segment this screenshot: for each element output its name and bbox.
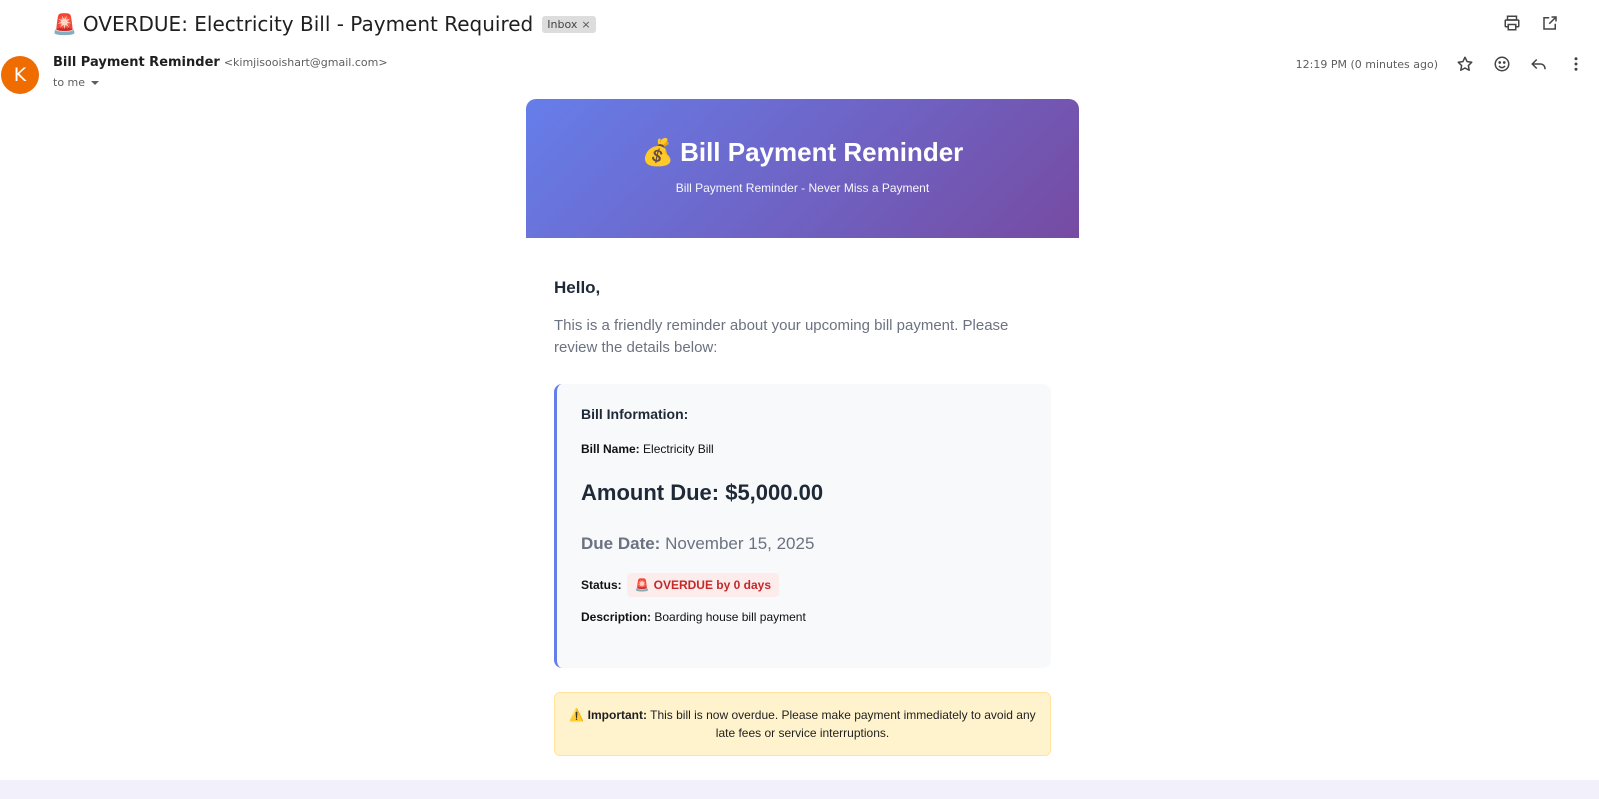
- reply-icon[interactable]: [1528, 53, 1550, 75]
- open-in-new-window-icon[interactable]: [1539, 12, 1561, 34]
- emoji-reaction-icon[interactable]: [1491, 53, 1513, 75]
- hero-title-text: Bill Payment Reminder: [680, 137, 964, 167]
- warning-icon: ⚠️: [569, 708, 585, 722]
- chevron-down-icon: [91, 80, 100, 85]
- print-icon[interactable]: [1501, 12, 1523, 34]
- star-icon[interactable]: [1454, 53, 1476, 75]
- description-value: Boarding house bill payment: [654, 610, 806, 624]
- due-date-label: Due Date:: [581, 534, 661, 553]
- warning-text: This bill is now overdue. Please make pa…: [650, 708, 1036, 740]
- warning-label: Important:: [587, 708, 647, 722]
- email-hero-banner: 💰 Bill Payment Reminder Bill Payment Rem…: [526, 99, 1079, 238]
- money-bag-icon: 💰: [641, 137, 675, 167]
- message-meta: 12:19 PM (0 minutes ago): [1296, 53, 1599, 75]
- timestamp: 12:19 PM (0 minutes ago): [1295, 57, 1438, 71]
- to-me-label: to me: [53, 76, 86, 89]
- amount-due: Amount Due: $5,000.00: [581, 480, 824, 505]
- top-actions: [1501, 12, 1561, 34]
- siren-icon: 🚨: [634, 578, 650, 592]
- email-subject: 🚨 OVERDUE: Electricity Bill - Payment Re…: [52, 12, 533, 36]
- status-row: Status: 🚨 OVERDUE by 0 days: [581, 573, 1027, 597]
- sender-line: Bill Payment Reminder <kimjisooishart@gm…: [53, 55, 388, 70]
- recipients-toggle[interactable]: to me: [53, 76, 100, 89]
- bill-info-box: Bill Information: Bill Name: Electricity…: [554, 384, 1051, 668]
- due-date-value: November 15, 2025: [665, 534, 815, 553]
- status-label: Status:: [581, 578, 622, 592]
- inbox-label-chip[interactable]: Inbox ×: [542, 15, 596, 33]
- avatar[interactable]: K: [1, 56, 39, 94]
- description-label: Description:: [581, 610, 652, 624]
- bill-name-row: Bill Name: Electricity Bill: [581, 442, 1027, 456]
- more-options-icon[interactable]: [1565, 53, 1587, 75]
- siren-icon: 🚨: [52, 12, 77, 36]
- intro-text: This is a friendly reminder about your u…: [554, 317, 1009, 356]
- status-text: OVERDUE by 0 days: [653, 578, 771, 592]
- hero-subtitle: Bill Payment Reminder - Never Miss a Pay…: [675, 181, 930, 195]
- greeting: Hello,: [554, 278, 601, 297]
- bill-name-label: Bill Name:: [581, 442, 640, 456]
- sender-email: <kimjisooishart@gmail.com>: [223, 56, 388, 69]
- warning-notice: ⚠️ Important: This bill is now overdue. …: [554, 692, 1051, 756]
- email-content: Hello, This is a friendly reminder about…: [526, 238, 1079, 756]
- due-date-row: Due Date: November 15, 2025: [581, 534, 1027, 554]
- description-row: Description: Boarding house bill payment: [581, 610, 1027, 624]
- remove-label-icon[interactable]: ×: [581, 18, 590, 31]
- bottom-strip: [0, 780, 1599, 799]
- hero-title: 💰 Bill Payment Reminder: [526, 137, 1079, 168]
- email-body: 💰 Bill Payment Reminder Bill Payment Rem…: [526, 99, 1079, 756]
- bill-name-value: Electricity Bill: [643, 442, 714, 456]
- bill-info-heading: Bill Information:: [581, 406, 689, 422]
- inbox-label-text: Inbox: [547, 17, 578, 31]
- status-badge: 🚨 OVERDUE by 0 days: [626, 573, 779, 597]
- email-subject-row: 🚨 OVERDUE: Electricity Bill - Payment Re…: [52, 10, 596, 38]
- subject-text: OVERDUE: Electricity Bill - Payment Requ…: [82, 12, 534, 36]
- sender-name[interactable]: Bill Payment Reminder: [53, 55, 220, 70]
